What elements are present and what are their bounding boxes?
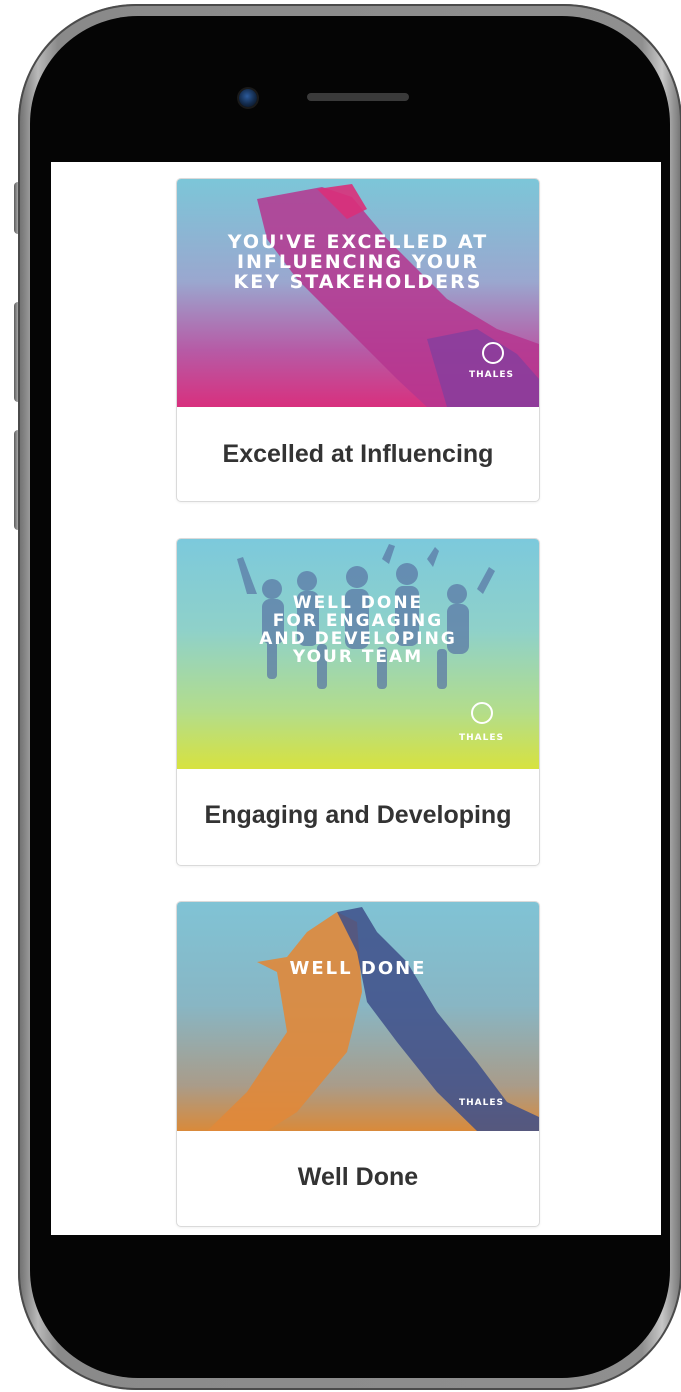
banner-text: WELL DONE FOR ENGAGING AND DEVELOPING YO… xyxy=(259,593,457,667)
banner-text: YOU'VE EXCELLED AT INFLUENCING YOUR KEY … xyxy=(227,231,489,293)
brand-label: THALES xyxy=(469,370,515,380)
app-screen[interactable]: YOU'VE EXCELLED AT INFLUENCING YOUR KEY … xyxy=(51,162,661,1235)
card-image: YOU'VE EXCELLED AT INFLUENCING YOUR KEY … xyxy=(177,179,539,407)
card-engaging-and-developing[interactable]: WELL DONE FOR ENGAGING AND DEVELOPING YO… xyxy=(176,538,540,866)
card-image: WELL DONE THALES xyxy=(177,902,539,1131)
brand-label: THALES xyxy=(459,1098,505,1108)
banner-text: WELL DONE xyxy=(289,958,427,979)
card-title: Excelled at Influencing xyxy=(222,440,494,468)
thales-logo-icon xyxy=(471,702,493,724)
card-well-done[interactable]: WELL DONE THALES Well Done xyxy=(176,901,540,1227)
card-title: Well Done xyxy=(297,1163,419,1191)
high-five-hands-illustration xyxy=(207,907,539,1131)
card-image: WELL DONE FOR ENGAGING AND DEVELOPING YO… xyxy=(177,539,539,769)
card-title: Engaging and Developing xyxy=(204,801,512,829)
thales-logo-icon xyxy=(482,342,504,364)
brand-label: THALES xyxy=(459,733,505,743)
earpiece-speaker xyxy=(307,93,409,101)
front-camera xyxy=(239,89,257,107)
card-excelled-at-influencing[interactable]: YOU'VE EXCELLED AT INFLUENCING YOUR KEY … xyxy=(176,178,540,502)
